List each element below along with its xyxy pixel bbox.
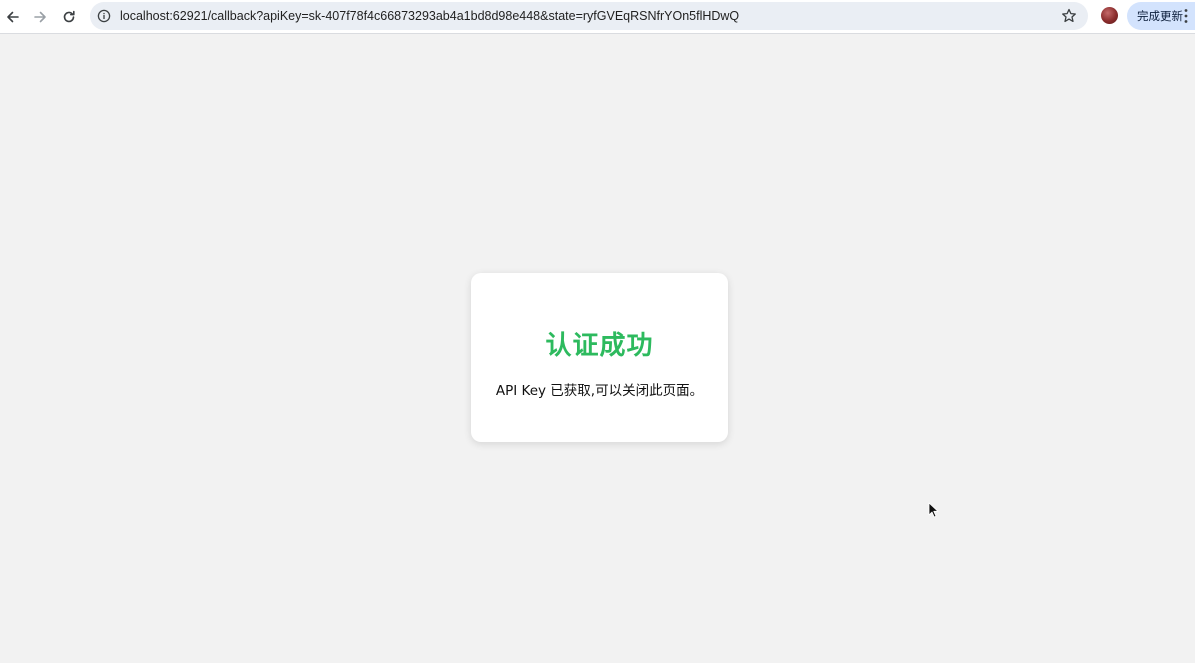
info-icon[interactable]	[96, 8, 112, 24]
forward-button[interactable]	[27, 4, 53, 30]
back-arrow-icon	[7, 11, 19, 23]
reload-button[interactable]	[56, 4, 82, 30]
browser-toolbar: localhost:62921/callback?apiKey=sk-407f7…	[0, 0, 1195, 34]
success-message: API Key 已获取,可以关闭此页面。	[495, 383, 704, 399]
address-bar[interactable]: localhost:62921/callback?apiKey=sk-407f7…	[90, 2, 1088, 30]
success-title: 认证成功	[545, 331, 654, 361]
more-vert-icon[interactable]	[1183, 8, 1189, 24]
update-button-label: 完成更新	[1137, 9, 1183, 23]
forward-arrow-icon	[34, 11, 46, 23]
star-icon[interactable]	[1060, 7, 1078, 25]
url-text[interactable]: localhost:62921/callback?apiKey=sk-407f7…	[120, 2, 739, 30]
mouse-cursor-icon	[928, 502, 939, 518]
success-card: 认证成功 API Key 已获取,可以关闭此页面。	[471, 273, 728, 442]
profile-avatar[interactable]	[1101, 7, 1118, 24]
reload-icon	[63, 10, 75, 23]
back-button[interactable]	[0, 4, 26, 30]
